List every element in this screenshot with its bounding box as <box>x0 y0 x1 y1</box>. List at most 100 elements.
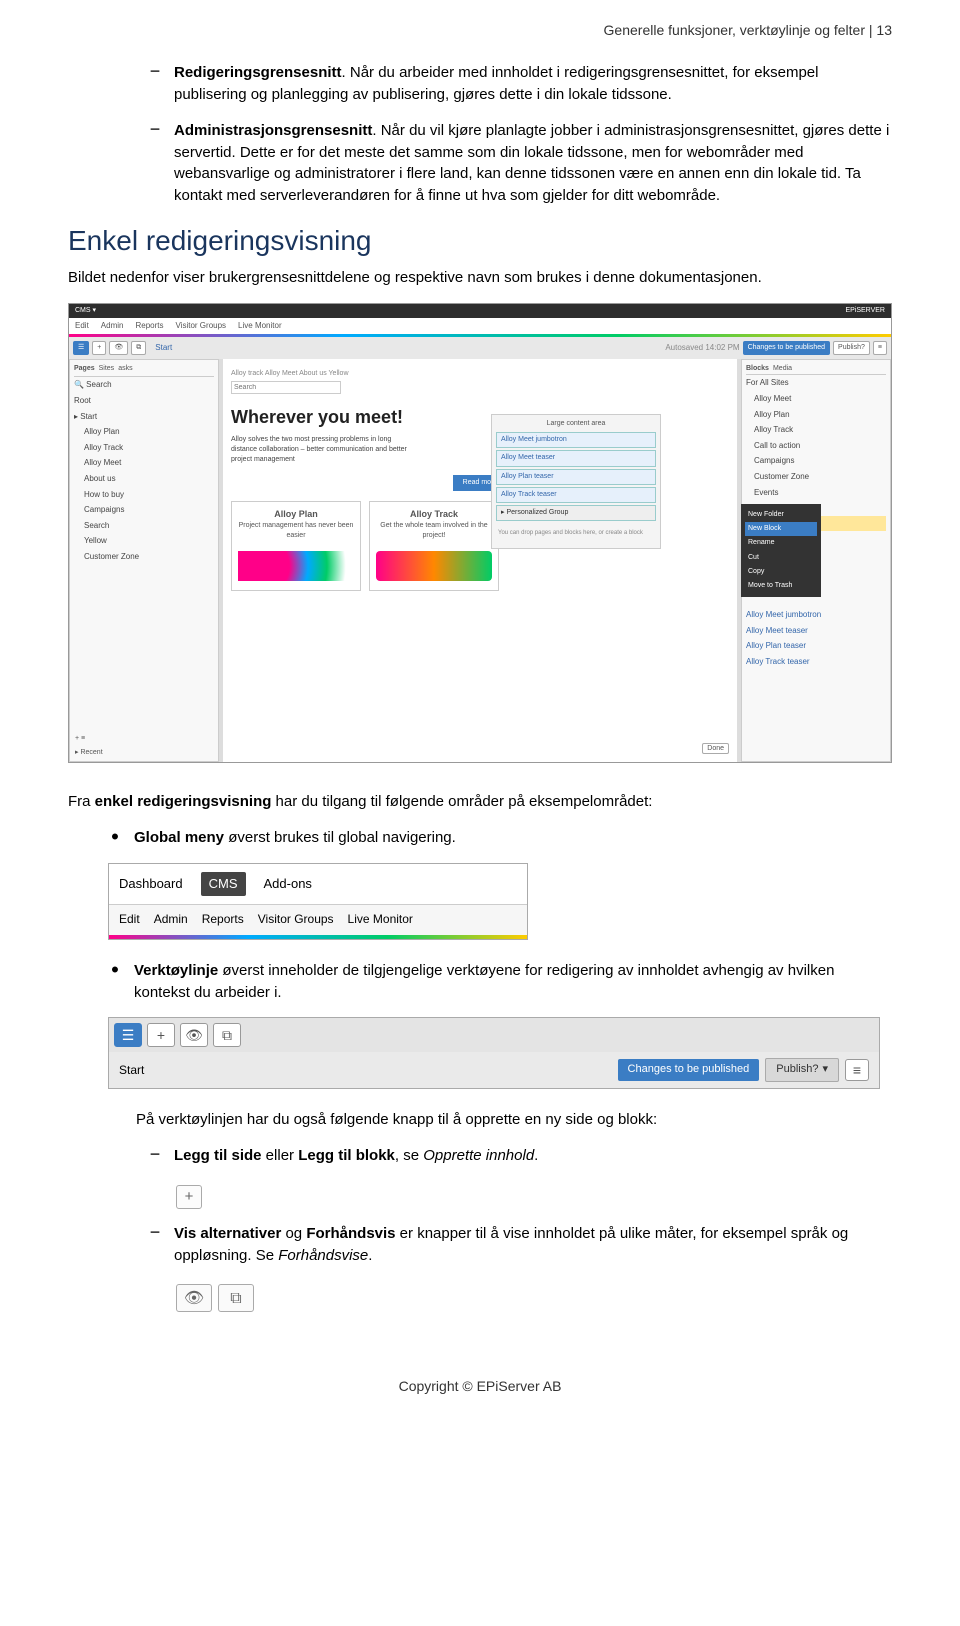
changes-pill[interactable]: Changes to be published <box>743 341 830 355</box>
toggle-panel-icon[interactable]: ☰ <box>73 341 89 355</box>
changes-pill[interactable]: Changes to be published <box>618 1059 760 1081</box>
page-header: Generelle funksjoner, verktøylinje og fe… <box>68 20 892 62</box>
tree-item[interactable]: About us <box>74 471 214 487</box>
list-icon[interactable]: ≡ <box>873 341 887 355</box>
list-item: − Redigeringsgrensesnitt. Når du arbeide… <box>136 62 892 106</box>
right-item[interactable]: For All Sites <box>746 375 886 391</box>
menu-addons[interactable]: Add-ons <box>264 875 312 894</box>
start-label: Start <box>119 1062 144 1079</box>
bullet-body: øverst brukes til global navigering. <box>224 829 456 846</box>
submenu-edit[interactable]: Edit <box>119 911 140 928</box>
bottom-item[interactable]: Alloy Meet jumbotron <box>746 607 886 623</box>
right-item[interactable]: Customer Zone <box>746 469 886 485</box>
tree-item[interactable]: ▸ Start <box>74 409 214 425</box>
bullet-title: Verktøylinje <box>134 962 218 979</box>
plus-icon[interactable]: + <box>92 341 106 355</box>
tab-pages[interactable]: Pages <box>74 364 95 374</box>
tree-item[interactable]: Alloy Meet <box>74 455 214 471</box>
breadcrumbs: Alloy track Alloy Meet About us Yellow <box>231 367 729 381</box>
mid-row[interactable]: Alloy Meet jumbotron <box>496 432 656 448</box>
submenu-live-monitor[interactable]: Live Monitor <box>348 911 413 928</box>
tree-item[interactable]: Customer Zone <box>74 549 214 565</box>
right-item[interactable]: Alloy Track <box>746 422 886 438</box>
tab-blocks[interactable]: Blocks <box>746 364 769 374</box>
plus-icon[interactable]: + <box>176 1185 202 1209</box>
plus-icon[interactable]: + <box>147 1023 175 1047</box>
mid-row[interactable]: ▸ Personalized Group <box>496 505 656 521</box>
tree-item[interactable]: How to buy <box>74 487 214 503</box>
bullet-marker: • <box>96 827 134 849</box>
eye-icon[interactable]: 👁 <box>109 341 128 355</box>
right-item[interactable]: Alloy Plan <box>746 407 886 423</box>
eye-icon[interactable]: 👁 <box>180 1023 208 1047</box>
nav-admin[interactable]: Admin <box>101 320 124 332</box>
tab-asks[interactable]: asks <box>118 364 132 374</box>
ss-nav: Edit Admin Reports Visitor Groups Live M… <box>69 318 891 334</box>
list-icon[interactable]: ≡ <box>845 1059 869 1081</box>
chevron-down-icon: ▾ <box>822 1062 828 1078</box>
start-label: Start <box>155 342 172 354</box>
main-screenshot: CMS ▾ EPiSERVER Edit Admin Reports Visit… <box>68 303 892 763</box>
sub-list-item: − Legg til side eller Legg til blokk, se… <box>68 1145 892 1167</box>
dash-marker: − <box>136 62 174 106</box>
tree-item[interactable]: Alloy Plan <box>74 424 214 440</box>
menu-dashboard[interactable]: Dashboard <box>119 875 183 894</box>
tree-item[interactable]: Alloy Track <box>74 440 214 456</box>
dash-marker: − <box>136 1145 174 1167</box>
right-item[interactable]: Campaigns <box>746 453 886 469</box>
ctx-new-folder[interactable]: New Folder <box>745 508 817 522</box>
nav-edit[interactable]: Edit <box>75 320 89 332</box>
ctx-new-block[interactable]: New Block <box>745 522 817 536</box>
mid-row[interactable]: Alloy Meet teaser <box>496 450 656 466</box>
bullet-item: • Global meny øverst brukes til global n… <box>68 827 892 849</box>
cms-logo: CMS ▾ <box>75 306 96 316</box>
eye-icon[interactable]: 👁 <box>176 1284 212 1312</box>
tree-item[interactable]: Search <box>74 518 214 534</box>
item-title: Administrasjonsgrensesnitt <box>174 122 372 139</box>
publish-button[interactable]: Publish? <box>833 341 870 355</box>
submenu-visitor-groups[interactable]: Visitor Groups <box>258 911 334 928</box>
mid-row[interactable]: Alloy Track teaser <box>496 487 656 503</box>
hero-desc: Alloy solves the two most pressing probl… <box>231 435 411 465</box>
gradient-bar <box>109 935 527 939</box>
tree-item[interactable]: Campaigns <box>74 502 214 518</box>
bottom-item[interactable]: Alloy Track teaser <box>746 654 886 670</box>
section-heading: Enkel redigeringsvisning <box>68 221 892 262</box>
toggle-panel-icon[interactable]: ☰ <box>114 1023 142 1047</box>
tab-sites[interactable]: Sites <box>99 364 115 374</box>
bullet-marker: • <box>96 960 134 1004</box>
tab-media[interactable]: Media <box>773 364 792 374</box>
ctx-cut[interactable]: Cut <box>745 551 817 565</box>
preview-icon[interactable]: ⧉ <box>213 1023 241 1047</box>
nav-visitor-groups[interactable]: Visitor Groups <box>176 320 227 332</box>
ctx-copy[interactable]: Copy <box>745 565 817 579</box>
publish-button[interactable]: Publish? ▾ <box>765 1058 839 1082</box>
nav-live-monitor[interactable]: Live Monitor <box>238 320 282 332</box>
paragraph: På verktøylinjen har du også følgende kn… <box>68 1109 892 1131</box>
menu-cms[interactable]: CMS <box>201 872 246 897</box>
bottom-item[interactable]: Alloy Meet teaser <box>746 623 886 639</box>
search-input[interactable] <box>231 381 341 394</box>
mid-row[interactable]: Alloy Plan teaser <box>496 469 656 485</box>
toolbar-screenshot: ☰ + 👁 ⧉ Start Changes to be published Pu… <box>108 1017 880 1089</box>
tree-item[interactable]: 🔍 Search <box>74 377 214 393</box>
dash-marker: − <box>136 1223 174 1267</box>
preview-icon[interactable]: ⧉ <box>131 341 146 355</box>
autosave-label: Autosaved 14:02 PM <box>665 342 739 354</box>
ctx-rename[interactable]: Rename <box>745 536 817 550</box>
right-item[interactable]: Events <box>746 485 886 501</box>
tree-item[interactable]: Root <box>74 393 214 409</box>
submenu-admin[interactable]: Admin <box>154 911 188 928</box>
ctx-trash[interactable]: Move to Trash <box>745 579 817 593</box>
submenu-reports[interactable]: Reports <box>202 911 244 928</box>
bottom-item[interactable]: Alloy Plan teaser <box>746 638 886 654</box>
done-button[interactable]: Done <box>702 743 729 754</box>
right-item[interactable]: Alloy Meet <box>746 391 886 407</box>
tree-item[interactable]: Yellow <box>74 533 214 549</box>
context-menu: New Folder New Block Rename Cut Copy Mov… <box>741 504 821 597</box>
right-item[interactable]: Call to action <box>746 438 886 454</box>
preview-icon[interactable]: ⧉ <box>218 1284 254 1312</box>
nav-reports[interactable]: Reports <box>135 320 163 332</box>
section-intro: Bildet nedenfor viser brukergrensesnittd… <box>68 267 892 289</box>
bullet-item: • Verktøylinje øverst inneholder de tilg… <box>68 960 892 1004</box>
